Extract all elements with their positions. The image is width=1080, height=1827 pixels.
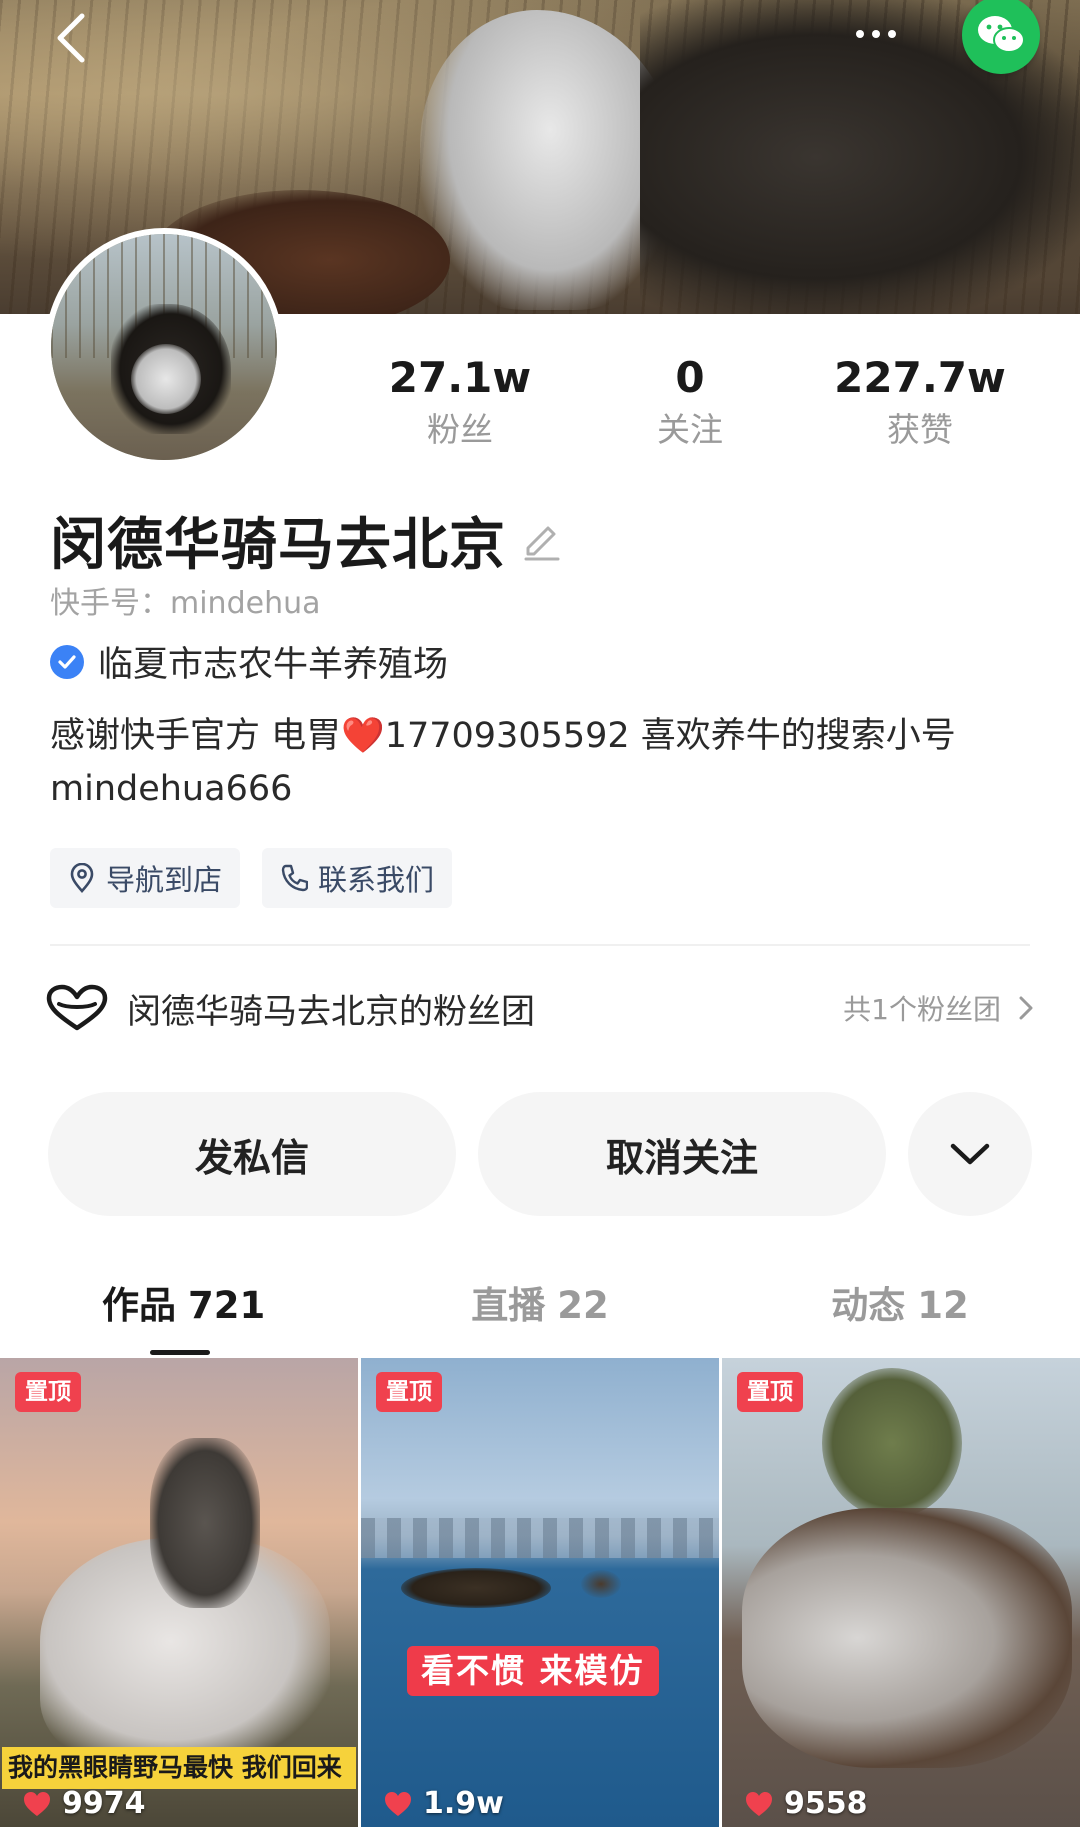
- bio-line: mindehua666: [50, 769, 293, 809]
- unfollow-button[interactable]: 取消关注: [478, 1092, 886, 1216]
- stat-value: 227.7w: [834, 353, 1006, 402]
- more-options-button[interactable]: [840, 14, 912, 54]
- wechat-icon: [978, 16, 1025, 53]
- verification-text: 临夏市志农牛羊养殖场: [98, 645, 449, 685]
- heart-icon: [385, 1791, 411, 1816]
- contact-us-button[interactable]: 联系我们: [262, 848, 453, 908]
- tab-live[interactable]: 直播 22: [360, 1268, 720, 1354]
- phone-icon: [281, 864, 309, 892]
- stat-value: 27.1w: [388, 353, 532, 402]
- fan-club-heart-icon: [46, 984, 108, 1031]
- video-tree: [822, 1368, 962, 1518]
- active-tab-indicator: [150, 1350, 210, 1355]
- edit-pencil-icon[interactable]: [520, 518, 564, 562]
- navigate-to-store-button[interactable]: 导航到店: [50, 848, 241, 908]
- tab-count: 22: [557, 1284, 609, 1327]
- likes-count: 1.9w: [423, 1786, 504, 1821]
- tab-label: 直播: [471, 1284, 546, 1327]
- video-rider-figure: [150, 1438, 260, 1608]
- expand-more-button[interactable]: [908, 1092, 1032, 1216]
- tab-works[interactable]: 作品 721: [0, 1268, 360, 1355]
- video-grid: 置顶 我的黑眼睛野马最快 我们回来 9974 置顶 看不惯 来模仿 1.9w 置…: [0, 1358, 1080, 1827]
- pinned-badge: 置顶: [376, 1372, 442, 1412]
- video-caption: 我的黑眼睛野马最快 我们回来: [2, 1747, 356, 1789]
- section-divider: [50, 944, 1030, 946]
- heart-icon: [746, 1791, 772, 1816]
- video-skyline: [361, 1518, 719, 1558]
- more-dot-icon: [856, 30, 864, 38]
- tab-label: 动态: [831, 1284, 906, 1327]
- video-swimmer: [581, 1570, 621, 1598]
- avatar[interactable]: [45, 228, 283, 466]
- stat-likes[interactable]: 227.7w 获赞: [805, 352, 1035, 462]
- location-pin-icon: [70, 863, 94, 893]
- tab-label: 作品: [102, 1284, 176, 1327]
- bio-line: 感谢快手官方 电胃❤️17709305592 喜欢养牛的搜索小号: [50, 716, 956, 756]
- send-message-button[interactable]: 发私信: [48, 1092, 456, 1216]
- heart-icon: [24, 1791, 50, 1816]
- fan-club-count: 共1个粉丝团: [843, 993, 1001, 1026]
- stat-label: 关注: [657, 410, 723, 449]
- profile-stats: 27.1w 粉丝 0 关注 227.7w 获赞: [345, 352, 1035, 462]
- chip-label: 联系我们: [318, 863, 435, 897]
- stat-label: 获赞: [887, 410, 953, 449]
- chip-label: 导航到店: [106, 863, 223, 897]
- chevron-down-icon: [950, 1143, 990, 1165]
- video-likes: 1.9w: [383, 1786, 504, 1821]
- video-swimming-horse: [401, 1568, 551, 1608]
- likes-count: 9974: [62, 1786, 146, 1821]
- tab-moments[interactable]: 动态 12: [720, 1268, 1080, 1354]
- chevron-right-icon: [1019, 996, 1033, 1020]
- avatar-white-horse: [131, 344, 201, 414]
- profile-bio: 感谢快手官方 电胃❤️17709305592 喜欢养牛的搜索小号 mindehu…: [50, 710, 1040, 816]
- action-buttons: 发私信 取消关注: [48, 1092, 1033, 1216]
- back-button[interactable]: [40, 8, 100, 68]
- video-thumbnail[interactable]: 置顶 9558: [722, 1358, 1080, 1827]
- likes-count: 9558: [784, 1786, 868, 1821]
- stat-following[interactable]: 0 关注: [575, 352, 805, 462]
- more-dot-icon: [888, 30, 896, 38]
- pinned-badge: 置顶: [15, 1372, 81, 1412]
- profile-name-row: 闵德华骑马去北京: [50, 500, 564, 580]
- fan-club-title: 闵德华骑马去北京的粉丝团: [127, 991, 535, 1032]
- stat-followers[interactable]: 27.1w 粉丝: [345, 352, 575, 462]
- kuaishou-id: 快手号：mindehua: [50, 586, 321, 621]
- chevron-left-icon: [57, 13, 85, 63]
- video-likes: 9558: [744, 1786, 868, 1821]
- fan-club-row[interactable]: 闵德华骑马去北京的粉丝团 共1个粉丝团: [45, 972, 1035, 1044]
- video-thumbnail[interactable]: 置顶 我的黑眼睛野马最快 我们回来 9974: [0, 1358, 358, 1827]
- video-horses: [742, 1508, 1072, 1768]
- pinned-badge: 置顶: [737, 1372, 803, 1412]
- video-likes: 9974: [22, 1786, 146, 1821]
- tab-count: 721: [188, 1284, 266, 1327]
- verified-badge-icon: [50, 644, 84, 679]
- video-thumbnail[interactable]: 置顶 看不惯 来模仿 1.9w: [361, 1358, 719, 1827]
- stat-value: 0: [675, 353, 705, 402]
- tab-count: 12: [917, 1284, 969, 1327]
- content-tabs: 作品 721 直播 22 动态 12: [0, 1268, 1080, 1355]
- shop-chips: 导航到店 联系我们: [50, 848, 453, 908]
- profile-name: 闵德华骑马去北京: [50, 512, 506, 578]
- stat-label: 粉丝: [427, 410, 493, 449]
- video-caption: 看不惯 来模仿: [407, 1646, 659, 1696]
- more-dot-icon: [872, 30, 880, 38]
- verification-row: 临夏市志农牛羊养殖场: [50, 636, 448, 687]
